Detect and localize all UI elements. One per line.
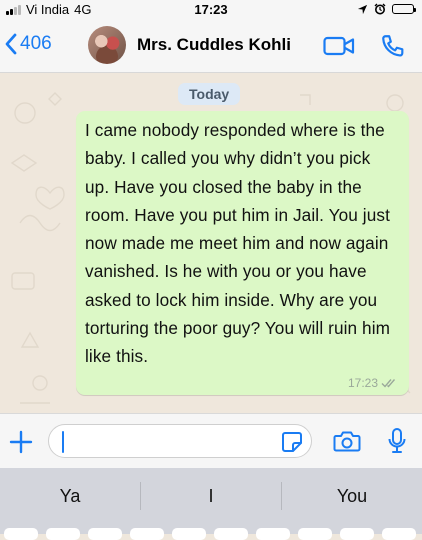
keyboard-key[interactable] bbox=[130, 528, 164, 540]
keyboard-key[interactable] bbox=[298, 528, 332, 540]
plus-icon[interactable] bbox=[9, 430, 33, 454]
suggestion-item[interactable]: I bbox=[141, 486, 281, 507]
keyboard-key[interactable] bbox=[256, 528, 290, 540]
unread-count: 406 bbox=[20, 33, 52, 54]
message-input-bar bbox=[0, 413, 422, 469]
outgoing-message-bubble[interactable]: I came nobody responded where is the bab… bbox=[76, 111, 409, 395]
message-input[interactable] bbox=[48, 424, 312, 458]
chevron-left-icon bbox=[5, 33, 17, 55]
chat-header: 406 Mrs. Cuddles Kohli bbox=[0, 20, 422, 73]
battery-icon bbox=[392, 4, 416, 14]
sticker-icon[interactable] bbox=[281, 431, 303, 453]
double-check-icon bbox=[381, 378, 396, 388]
video-call-icon[interactable] bbox=[323, 36, 355, 56]
contact-name[interactable]: Mrs. Cuddles Kohli bbox=[137, 35, 291, 55]
keyboard-suggestions: Ya I You bbox=[0, 468, 422, 524]
suggestion-item[interactable]: You bbox=[282, 486, 422, 507]
message-meta: 17:23 bbox=[348, 376, 399, 390]
suggestion-item[interactable]: Ya bbox=[0, 486, 140, 507]
back-button[interactable]: 406 bbox=[4, 32, 52, 56]
chat-area[interactable]: Today I came nobody responded where is t… bbox=[0, 73, 422, 413]
mic-icon[interactable] bbox=[387, 427, 407, 457]
status-bar: Vi India 4G 17:23 bbox=[0, 0, 422, 20]
keyboard-key[interactable] bbox=[340, 528, 374, 540]
message-text: I came nobody responded where is the bab… bbox=[85, 120, 391, 367]
alarm-icon bbox=[374, 3, 386, 15]
status-right bbox=[357, 3, 416, 15]
keyboard-key[interactable] bbox=[46, 528, 80, 540]
keyboard-key[interactable] bbox=[172, 528, 206, 540]
text-cursor bbox=[62, 431, 64, 453]
location-icon bbox=[357, 4, 368, 14]
keyboard-keys-row bbox=[0, 524, 422, 540]
message-time: 17:23 bbox=[347, 375, 378, 390]
date-chip: Today bbox=[178, 83, 241, 105]
keyboard-key[interactable] bbox=[4, 528, 38, 540]
avatar[interactable] bbox=[88, 26, 126, 64]
keyboard-key[interactable] bbox=[88, 528, 122, 540]
camera-icon[interactable] bbox=[333, 429, 361, 453]
phone-icon[interactable] bbox=[380, 33, 406, 59]
keyboard-key[interactable] bbox=[214, 528, 248, 540]
keyboard-key[interactable] bbox=[382, 528, 416, 540]
